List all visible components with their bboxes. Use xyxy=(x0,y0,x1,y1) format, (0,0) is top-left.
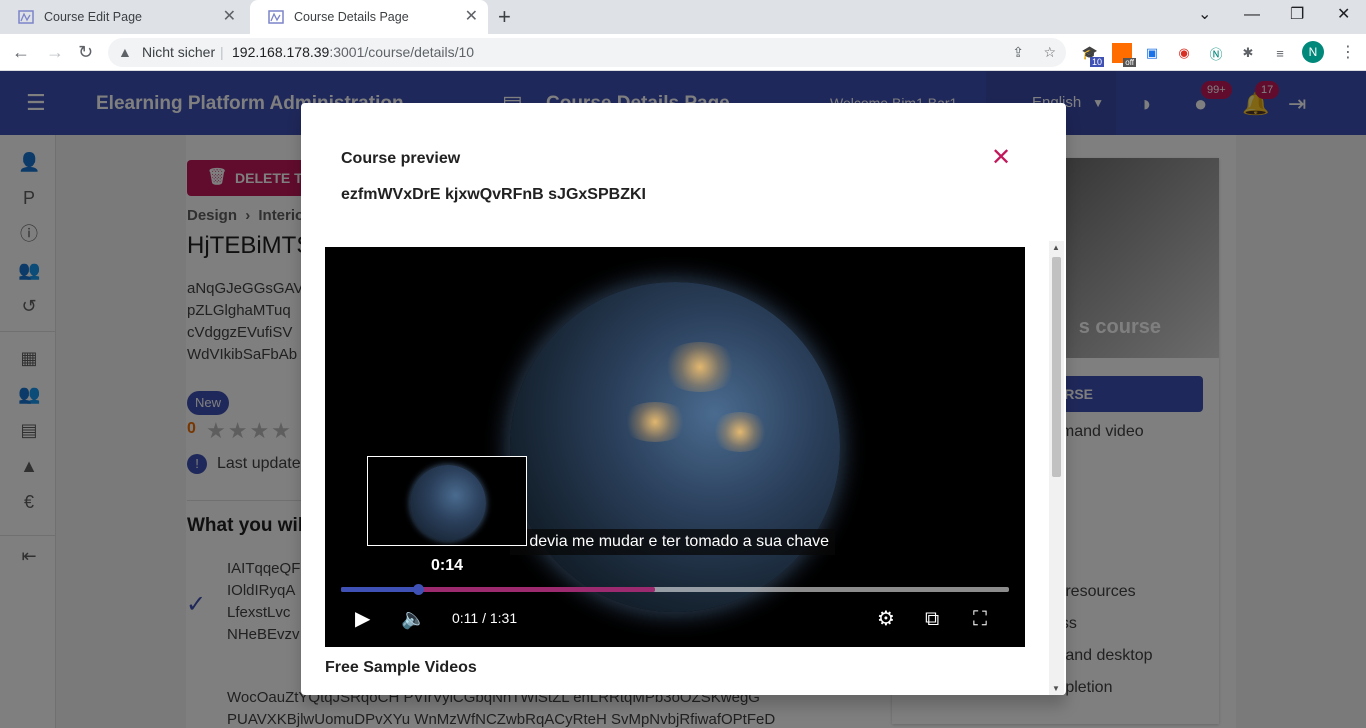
settings-gear-icon[interactable]: ⚙ xyxy=(877,607,895,631)
page-favicon-icon xyxy=(268,9,284,25)
time-display: 0:11 / 1:31 xyxy=(452,610,518,626)
extension-off-label: off xyxy=(1123,58,1136,67)
back-icon[interactable]: ← xyxy=(12,40,30,64)
extension-off-icon[interactable]: off xyxy=(1112,43,1136,67)
browser-toolbar: ← → ↻ ▲ Nicht sicher | 192.168.178.39:30… xyxy=(0,34,1366,71)
extension-n-icon[interactable]: Ⓝ xyxy=(1206,43,1226,63)
close-tab-icon[interactable]: ✕ xyxy=(465,8,478,26)
forward-icon[interactable]: → xyxy=(46,40,64,64)
close-window-icon[interactable]: ✕ xyxy=(1337,4,1350,26)
dialog-scroll-area[interactable]: u devia me mudar e ter tomado a sua chav… xyxy=(325,241,1065,695)
video-caption: u devia me mudar e ter tomado a sua chav… xyxy=(510,529,836,555)
progress-scrubber[interactable] xyxy=(412,584,424,595)
tab-course-edit[interactable]: Course Edit Page ✕ xyxy=(0,0,246,34)
seek-preview-time: 0:14 xyxy=(431,557,464,574)
dialog-scrollbar[interactable]: ▲ ▼ xyxy=(1049,241,1064,695)
tab-label: Course Edit Page xyxy=(44,10,142,24)
restore-icon[interactable]: ❐ xyxy=(1290,4,1304,26)
play-icon[interactable]: ▶ xyxy=(355,607,370,631)
extensions-puzzle-icon[interactable]: ✱ xyxy=(1238,43,1258,63)
dialog-title: Course preview xyxy=(341,150,461,167)
free-sample-videos-heading: Free Sample Videos xyxy=(325,659,477,676)
video-player[interactable]: u devia me mudar e ter tomado a sua chav… xyxy=(325,247,1025,647)
scrollbar-thumb[interactable] xyxy=(1052,257,1061,477)
extension-badge: 10 xyxy=(1089,57,1104,67)
fullscreen-icon[interactable]: ⛶ xyxy=(973,607,987,631)
warning-icon[interactable]: ▲ xyxy=(118,38,132,67)
extension-globe-icon[interactable]: ◉ xyxy=(1174,43,1194,63)
bookmark-star-icon[interactable]: ☆ xyxy=(1043,38,1056,67)
city-lights xyxy=(660,342,740,392)
city-lights xyxy=(620,402,690,442)
profile-avatar[interactable]: N xyxy=(1302,41,1324,63)
video-progress-bar[interactable] xyxy=(341,584,1009,595)
thumbnail-earth xyxy=(410,465,486,541)
url-path: :3001/course/details/10 xyxy=(329,44,475,60)
dialog-subtitle: ezfmWVxDrE kjxwQvRFnB sJGxSPBZKI xyxy=(341,186,646,203)
address-bar[interactable]: ▲ Nicht sicher | 192.168.178.39:3001/cou… xyxy=(108,38,1066,67)
close-tab-icon[interactable]: ✕ xyxy=(223,8,236,26)
reload-icon[interactable]: ↻ xyxy=(78,40,93,64)
share-icon[interactable]: ⇪ xyxy=(1012,38,1024,67)
tab-search-icon[interactable]: ⌄ xyxy=(1198,4,1211,26)
security-label[interactable]: Nicht sicher xyxy=(142,38,215,67)
url-host: 192.168.178.39 xyxy=(232,44,330,60)
browser-tab-bar: Course Edit Page ✕ Course Details Page ✕… xyxy=(0,0,1366,34)
extension-graduation-icon[interactable]: 🎓 10 xyxy=(1080,43,1104,67)
tab-course-details[interactable]: Course Details Page ✕ xyxy=(250,0,488,34)
minimize-icon[interactable]: — xyxy=(1244,4,1260,26)
separator: | xyxy=(220,44,224,60)
progress-played-fill xyxy=(341,587,418,592)
tab-label: Course Details Page xyxy=(294,10,409,24)
scroll-up-icon[interactable]: ▲ xyxy=(1052,243,1060,252)
city-lights xyxy=(710,412,770,452)
picture-in-picture-icon[interactable]: ⧉ xyxy=(925,607,939,631)
seek-preview-thumbnail xyxy=(367,456,527,546)
scroll-down-icon[interactable]: ▼ xyxy=(1052,684,1060,693)
course-preview-dialog: Course preview ezfmWVxDrE kjxwQvRFnB sJG… xyxy=(301,103,1066,695)
close-icon[interactable]: ✕ xyxy=(989,146,1013,170)
page-favicon-icon xyxy=(18,9,34,25)
url-text[interactable]: 192.168.178.39:3001/course/details/10 xyxy=(232,38,474,67)
volume-icon[interactable]: 🔈 xyxy=(401,607,426,631)
new-tab-icon[interactable]: + xyxy=(498,4,511,30)
video-frame-earth xyxy=(510,282,840,612)
media-control-icon[interactable]: ≡ xyxy=(1270,43,1290,63)
browser-menu-icon[interactable]: ⋮ xyxy=(1340,42,1356,62)
extension-screen-icon[interactable]: ▣ xyxy=(1142,43,1162,63)
